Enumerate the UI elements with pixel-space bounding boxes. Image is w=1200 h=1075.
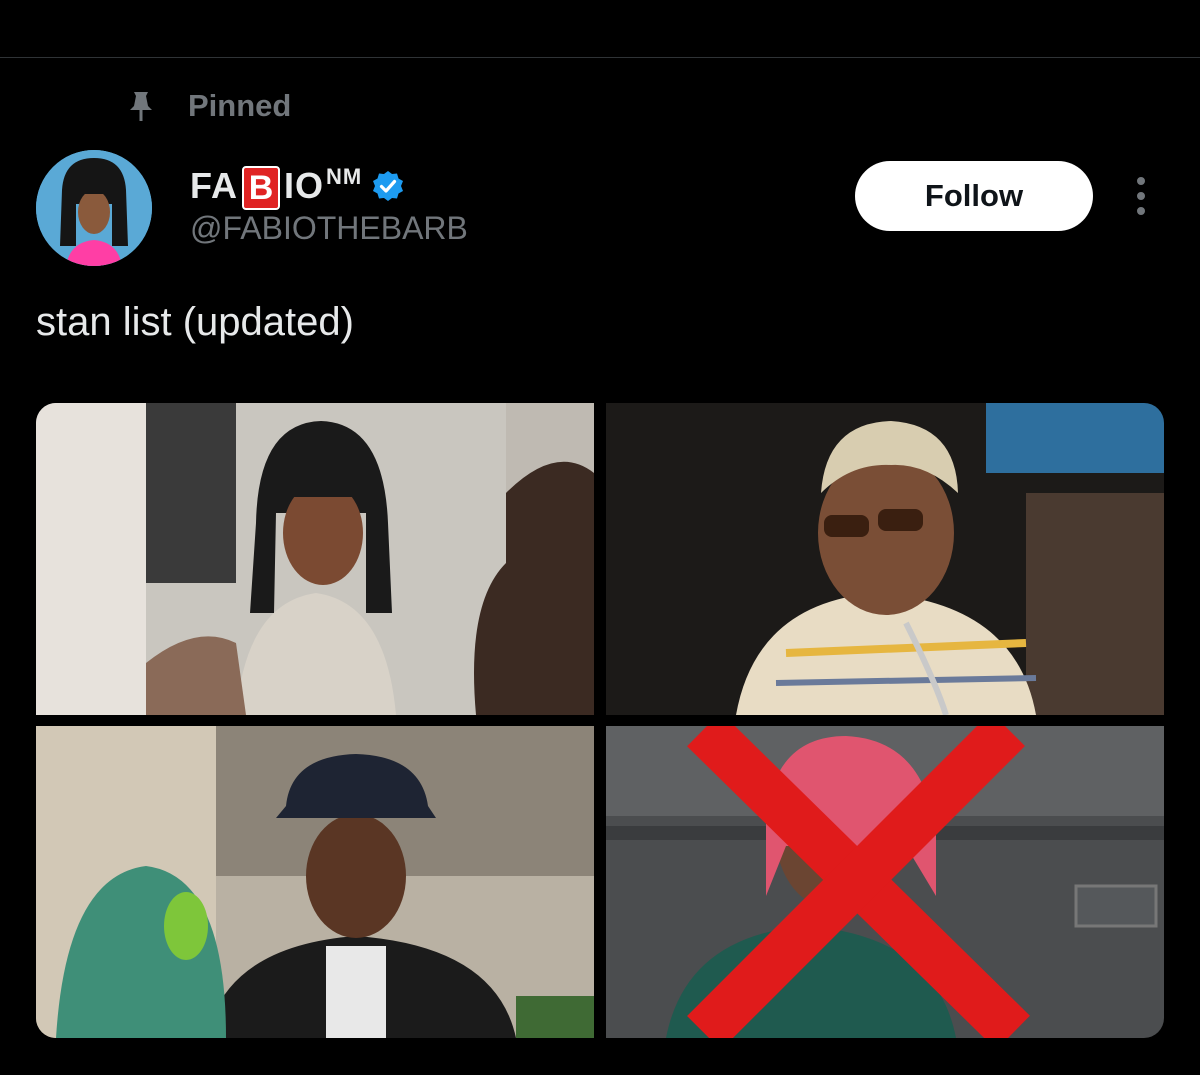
name-suffix: IO	[284, 165, 325, 206]
user-display-name[interactable]: FA B IO NM	[190, 160, 404, 212]
name-badge-letter: B	[242, 166, 281, 210]
top-divider	[0, 57, 1200, 58]
user-handle[interactable]: @FABIOTHEBARB	[190, 210, 468, 247]
follow-button[interactable]: Follow	[855, 161, 1093, 231]
media-photo-1[interactable]	[36, 403, 594, 715]
media-grid	[36, 403, 1164, 1038]
name-prefix: FA	[190, 165, 239, 206]
more-vertical-icon	[1137, 177, 1145, 185]
media-photo-4[interactable]	[606, 726, 1164, 1038]
pinned-indicator: Pinned	[128, 86, 291, 126]
tweet-text: stan list (updated)	[36, 300, 354, 344]
media-photo-2[interactable]	[606, 403, 1164, 715]
more-options-button[interactable]	[1124, 174, 1158, 218]
name-superscript: NM	[326, 164, 363, 189]
pinned-label: Pinned	[188, 88, 292, 123]
avatar[interactable]	[36, 150, 152, 266]
verified-badge-icon	[373, 171, 404, 201]
media-photo-3[interactable]	[36, 726, 594, 1038]
pin-icon	[130, 92, 152, 121]
